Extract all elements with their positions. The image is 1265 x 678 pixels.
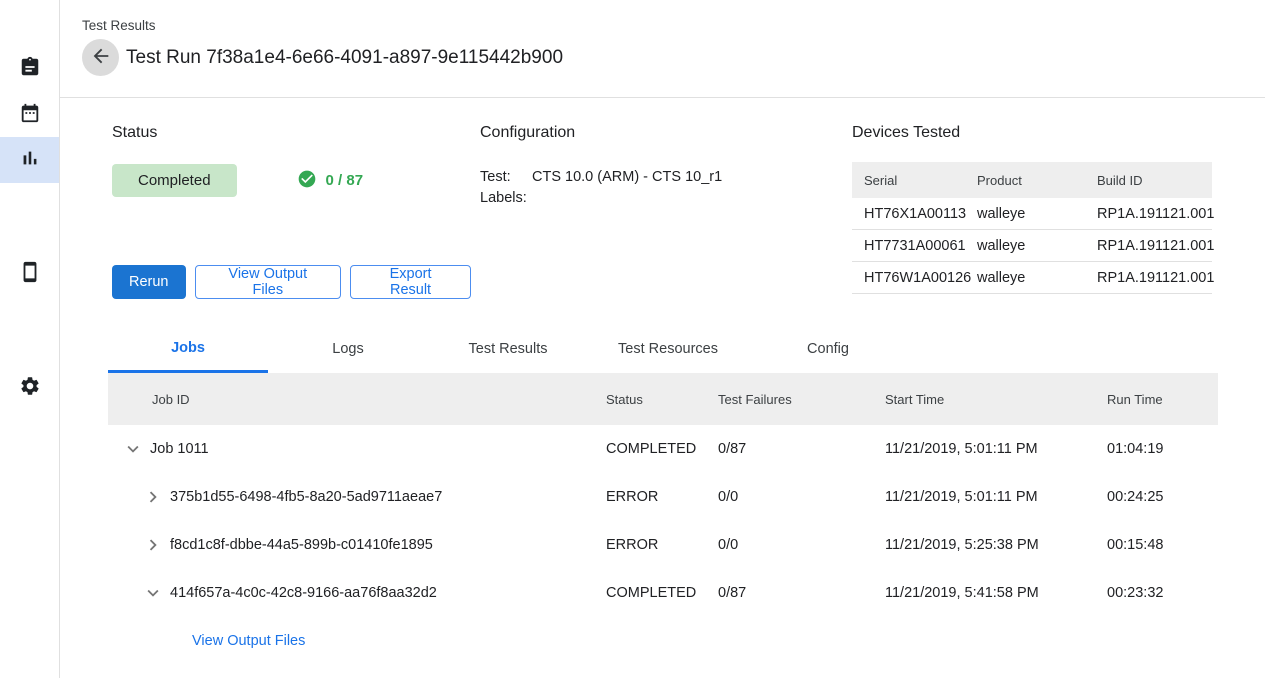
job-id: Job 1011	[150, 441, 209, 457]
devices-table-header: Serial Product Build ID	[852, 162, 1212, 198]
tab-bar: Jobs Logs Test Results Test Resources Co…	[108, 325, 1218, 373]
devices-col-product: Product	[977, 173, 1097, 188]
device-serial: HT76W1A00126	[864, 270, 977, 286]
config-test-value: CTS 10.0 (ARM) - CTS 10_r1	[532, 167, 722, 188]
sidebar-item-schedule[interactable]	[0, 92, 59, 138]
tab-test-resources[interactable]: Test Resources	[588, 325, 748, 373]
breadcrumb: Test Results	[82, 18, 1265, 33]
settings-gear-icon	[19, 375, 41, 401]
smartphone-icon	[19, 261, 41, 287]
devices-col-serial: Serial	[864, 173, 977, 188]
devices-table: Serial Product Build ID HT76X1A00113 wal…	[852, 162, 1212, 294]
job-failures: 0/0	[718, 537, 885, 553]
chevron-down-icon[interactable]	[121, 437, 145, 461]
tab-jobs[interactable]: Jobs	[108, 325, 268, 373]
status-heading: Status	[112, 124, 480, 142]
jobs-table: Job ID Status Test Failures Start Time R…	[108, 373, 1218, 665]
job-start-time: 11/21/2019, 5:01:11 PM	[885, 441, 1107, 457]
job-run-time: 01:04:19	[1107, 441, 1218, 457]
job-failures: 0/87	[718, 585, 885, 601]
job-start-time: 11/21/2019, 5:41:58 PM	[885, 585, 1107, 601]
devices-heading: Devices Tested	[852, 124, 1218, 142]
config-labels-label: Labels:	[480, 188, 532, 209]
devices-col-build: Build ID	[1097, 173, 1212, 188]
job-id: 375b1d55-6498-4fb5-8a20-5ad9711aeae7	[170, 489, 442, 505]
rerun-button[interactable]: Rerun	[112, 265, 186, 299]
job-status: COMPLETED	[606, 441, 718, 457]
device-product: walleye	[977, 206, 1097, 222]
device-build-id: RP1A.191121.001	[1097, 270, 1214, 286]
table-row: f8cd1c8f-dbbe-44a5-899b-c01410fe1895 ERR…	[108, 521, 1218, 569]
pass-ratio-value: 0 / 87	[326, 172, 364, 189]
device-row: HT7731A00061 walleye RP1A.191121.001	[852, 230, 1212, 262]
clipboard-icon	[19, 56, 41, 82]
device-product: walleye	[977, 238, 1097, 254]
device-row: HT76X1A00113 walleye RP1A.191121.001	[852, 198, 1212, 230]
configuration-section: Configuration Test: CTS 10.0 (ARM) - CTS…	[480, 124, 852, 299]
job-id: f8cd1c8f-dbbe-44a5-899b-c01410fe1895	[170, 537, 433, 553]
main-area: Test Results Test Run 7f38a1e4-6e66-4091…	[60, 0, 1265, 678]
sidebar-item-settings[interactable]	[0, 365, 59, 411]
job-output-link-row: View Output Files	[108, 617, 1218, 665]
job-run-time: 00:24:25	[1107, 489, 1218, 505]
arrow-back-icon	[90, 45, 112, 70]
job-start-time: 11/21/2019, 5:25:38 PM	[885, 537, 1107, 553]
chevron-down-icon[interactable]	[141, 581, 165, 605]
chevron-right-icon[interactable]	[141, 533, 165, 557]
view-output-files-link[interactable]: View Output Files	[192, 633, 305, 649]
status-section: Status Completed 0 / 87 Rerun View Outpu…	[112, 124, 480, 299]
view-output-files-button[interactable]: View Output Files	[195, 265, 342, 299]
bar-chart-icon	[19, 147, 41, 173]
jobs-col-run-time: Run Time	[1107, 392, 1218, 407]
jobs-col-job-id: Job ID	[108, 392, 606, 407]
page-title: Test Run 7f38a1e4-6e66-4091-a897-9e11544…	[126, 47, 563, 69]
table-row: 414f657a-4c0c-42c8-9166-aa76f8aa32d2 COM…	[108, 569, 1218, 617]
job-run-time: 00:23:32	[1107, 585, 1218, 601]
back-button[interactable]	[82, 39, 119, 76]
pass-ratio: 0 / 87	[297, 169, 364, 193]
jobs-table-header: Job ID Status Test Failures Start Time R…	[108, 373, 1218, 425]
job-status: ERROR	[606, 537, 718, 553]
device-serial: HT76X1A00113	[864, 206, 977, 222]
page-content: Status Completed 0 / 87 Rerun View Outpu…	[60, 98, 1265, 678]
sidebar-item-test-results[interactable]	[0, 137, 59, 183]
table-row: 375b1d55-6498-4fb5-8a20-5ad9711aeae7 ERR…	[108, 473, 1218, 521]
device-build-id: RP1A.191121.001	[1097, 238, 1214, 254]
job-status: ERROR	[606, 489, 718, 505]
status-badge: Completed	[112, 164, 237, 197]
calendar-icon	[19, 102, 41, 128]
device-build-id: RP1A.191121.001	[1097, 206, 1214, 222]
device-serial: HT7731A00061	[864, 238, 977, 254]
jobs-col-start-time: Start Time	[885, 392, 1107, 407]
page-header: Test Results Test Run 7f38a1e4-6e66-4091…	[60, 0, 1265, 98]
job-start-time: 11/21/2019, 5:01:11 PM	[885, 489, 1107, 505]
tab-logs[interactable]: Logs	[268, 325, 428, 373]
device-product: walleye	[977, 270, 1097, 286]
devices-tested-section: Devices Tested Serial Product Build ID H…	[852, 124, 1218, 299]
config-test-label: Test:	[480, 167, 532, 188]
device-row: HT76W1A00126 walleye RP1A.191121.001	[852, 262, 1212, 294]
job-id: 414f657a-4c0c-42c8-9166-aa76f8aa32d2	[170, 585, 437, 601]
tab-config[interactable]: Config	[748, 325, 908, 373]
sidebar-item-devices[interactable]	[0, 251, 59, 297]
app-root: Test Results Test Run 7f38a1e4-6e66-4091…	[0, 0, 1265, 678]
job-failures: 0/0	[718, 489, 885, 505]
job-status: COMPLETED	[606, 585, 718, 601]
jobs-col-test-failures: Test Failures	[718, 392, 885, 407]
export-result-button[interactable]: Export Result	[350, 265, 471, 299]
table-row: Job 1011 COMPLETED 0/87 11/21/2019, 5:01…	[108, 425, 1218, 473]
jobs-col-status: Status	[606, 392, 718, 407]
chevron-right-icon[interactable]	[141, 485, 165, 509]
sidebar-item-test-plans[interactable]	[0, 46, 59, 92]
job-run-time: 00:15:48	[1107, 537, 1218, 553]
check-circle-icon	[297, 169, 326, 193]
tab-test-results[interactable]: Test Results	[428, 325, 588, 373]
configuration-heading: Configuration	[480, 124, 852, 142]
sidebar-nav	[0, 0, 60, 678]
job-failures: 0/87	[718, 441, 885, 457]
